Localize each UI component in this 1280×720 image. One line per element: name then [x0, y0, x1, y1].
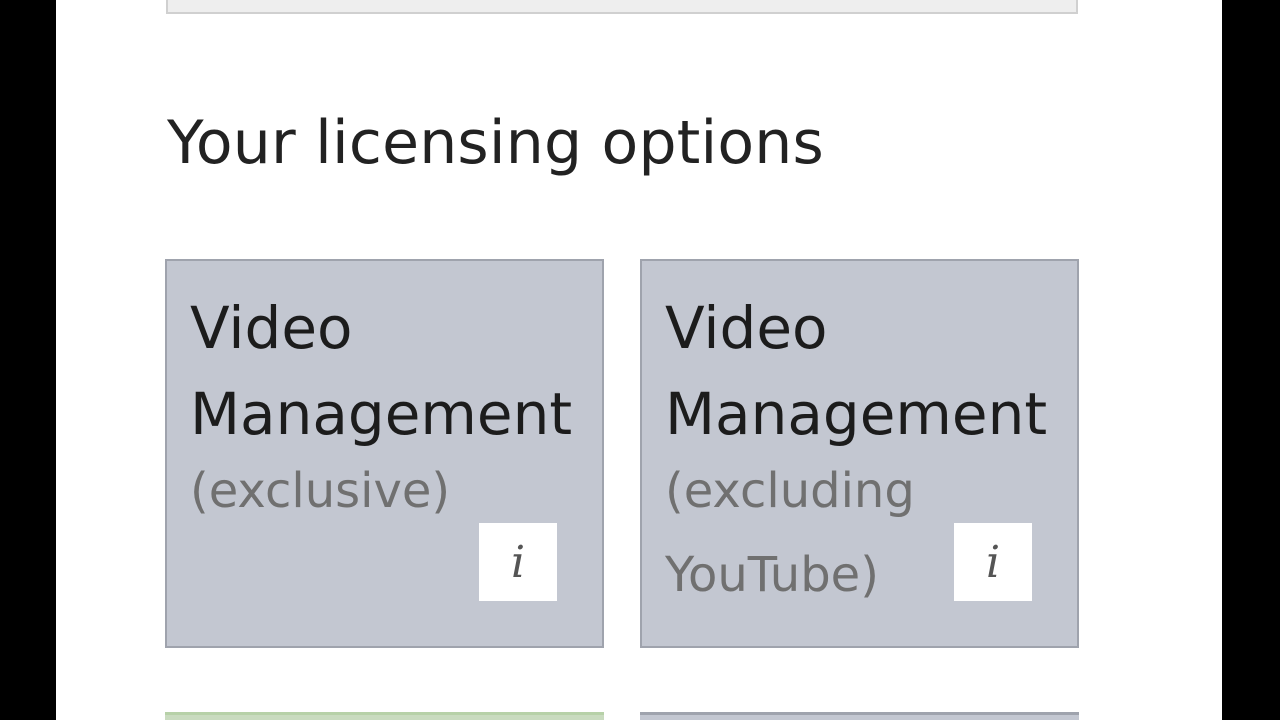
info-icon[interactable]: i — [479, 523, 557, 601]
option-title-line1: Video — [190, 294, 353, 362]
licensing-option-card-next-green[interactable] — [165, 712, 604, 720]
info-icon[interactable]: i — [954, 523, 1032, 601]
option-text: Video Management (exclusive) — [190, 291, 592, 533]
option-subtitle: (excluding YouTube) — [665, 463, 915, 603]
licensing-option-video-management-exclusive[interactable]: Video Management (exclusive) i — [165, 259, 604, 648]
page-content: Your licensing options Video Management … — [56, 0, 1222, 720]
previous-section-box — [166, 0, 1078, 14]
licensing-option-card-next-grey[interactable] — [640, 712, 1079, 720]
option-title-line1: Video — [665, 294, 828, 362]
licensing-option-video-management-excluding-youtube[interactable]: Video Management (excluding YouTube) i — [640, 259, 1079, 648]
option-subtitle: (exclusive) — [190, 463, 451, 519]
section-title: Your licensing options — [167, 108, 824, 178]
viewport: Your licensing options Video Management … — [0, 0, 1280, 720]
